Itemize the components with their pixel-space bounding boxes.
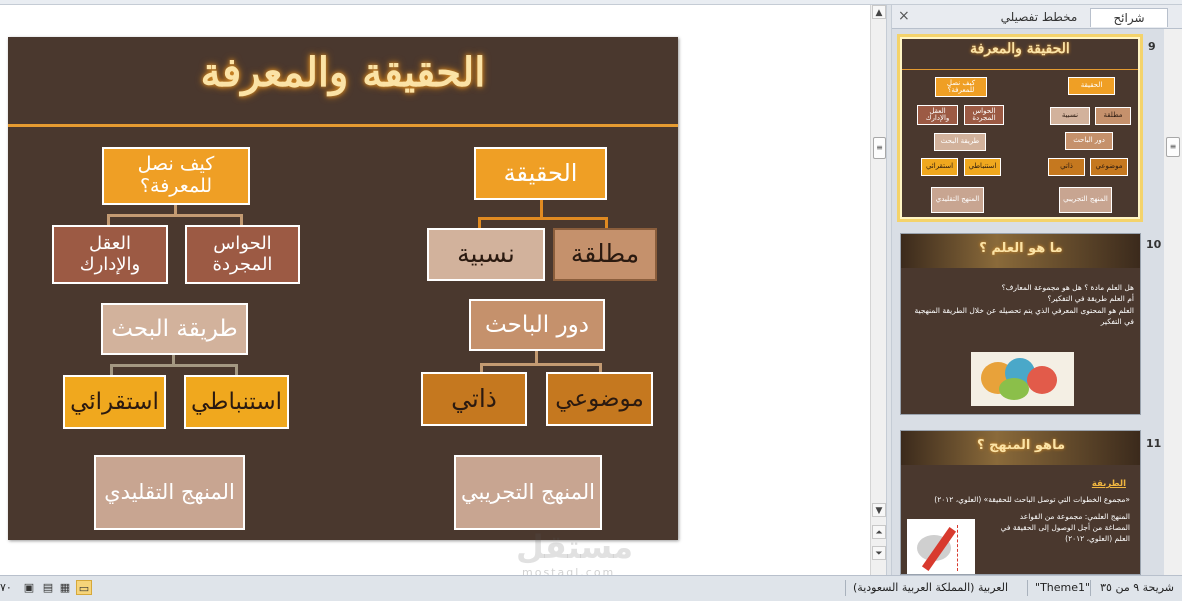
connector <box>478 217 608 220</box>
scroll-up-arrow-icon[interactable]: ▲ <box>872 5 886 19</box>
next-slide-icon[interactable]: ⏷ <box>872 546 886 560</box>
previous-slide-icon[interactable]: ⏶ <box>872 525 886 539</box>
mini-box: الحقيقة <box>1068 77 1115 95</box>
theme-name[interactable]: "Theme1" <box>1035 581 1090 594</box>
senses-box[interactable]: الحواس المجردة <box>185 225 300 284</box>
thumbnail-9[interactable]: الحقيقة والمعرفة الحقيقة مطلقة نسبية دور… <box>897 34 1143 222</box>
slide-scrollbar[interactable]: ▲ ≡ ▼ ⏶ ⏷ <box>870 5 887 575</box>
status-bar: شريحة ٩ من ٣٥ "Theme1" العربية (المملكة … <box>0 575 1182 601</box>
checklist-illustration-icon <box>907 519 975 574</box>
bullet-item: أم العلم طريقة في التفكير؟ <box>1047 294 1134 304</box>
relative-box[interactable]: نسبية <box>427 228 545 281</box>
bullet-item: المنهج العلمي: مجموعة من القواعد المصاغة… <box>1000 511 1130 543</box>
thumbnail-bullets: هل العلم مادة ؟ هل هو مجموعة المعارف؟ أم… <box>914 282 1134 327</box>
research-method-box[interactable]: طريقة البحث <box>101 303 248 355</box>
tab-outline[interactable]: مخطط تفصيلي <box>991 8 1087 26</box>
current-slide[interactable]: الحقيقة والمعرفة الحقيقة مطلقة نسبية دور… <box>8 37 678 540</box>
mini-box: موضوعي <box>1090 158 1128 176</box>
slideshow-icon[interactable]: ▣ <box>21 580 37 595</box>
watermark-logo: مستقل <box>516 528 634 566</box>
thumbnail-10[interactable]: ما هو العلم ؟ هل العلم مادة ؟ هل هو مجمو… <box>900 233 1141 415</box>
reason-box[interactable]: العقل والإدارك <box>52 225 168 284</box>
thumbnail-number: 10 <box>1146 238 1162 251</box>
reading-view-icon[interactable]: ▤ <box>40 580 56 595</box>
status-separator <box>1090 580 1091 596</box>
bullet-item: هل العلم مادة ؟ هل هو مجموعة المعارف؟ <box>1001 283 1134 292</box>
zoom-level[interactable]: ٧٠ <box>0 581 12 594</box>
mini-box: استقرائي <box>921 158 958 176</box>
connector <box>110 364 238 367</box>
thumbnail-title: ما هو العلم ؟ <box>979 241 1063 256</box>
bullet-item: العلم هو المحتوى المعرفي الذي يتم تحصيله… <box>914 305 1134 326</box>
scroll-thumb[interactable]: ≡ <box>873 137 886 159</box>
normal-view-icon[interactable]: ▭ <box>76 580 92 595</box>
thumbnail-heading: الطريقة <box>1091 479 1126 489</box>
mini-box: المنهج التقليدي <box>931 187 984 213</box>
status-separator <box>845 580 846 596</box>
scroll-down-arrow-icon[interactable]: ▼ <box>872 503 886 517</box>
knowledge-box[interactable]: كيف نصل للمعرفة؟ <box>102 147 250 205</box>
thumbnail-11[interactable]: ماهو المنهج ؟ الطريقة «مجموع الخطوات الت… <box>900 430 1141 575</box>
slide-thumbnail-list: 9 الحقيقة والمعرفة الحقيقة مطلقة نسبية د… <box>892 29 1182 575</box>
status-separator <box>1027 580 1028 596</box>
mini-box: العقل والإدارك <box>917 105 958 125</box>
thumbnail-slide: الحقيقة والمعرفة الحقيقة مطلقة نسبية دور… <box>902 39 1138 217</box>
mini-box: نسبية <box>1050 107 1090 125</box>
connector <box>107 214 243 217</box>
truth-box[interactable]: الحقيقة <box>474 147 607 200</box>
mini-box: طريقة البحث <box>934 133 986 151</box>
traditional-method-box[interactable]: المنهج التقليدي <box>94 455 245 530</box>
thumbnail-number: 9 <box>1148 40 1156 53</box>
inductive-box[interactable]: استقرائي <box>63 375 166 429</box>
language-indicator[interactable]: العربية (المملكة العربية السعودية) <box>853 581 1008 594</box>
pane-tabs: × مخطط تفصيلي شرائح <box>892 5 1182 29</box>
connector <box>480 363 602 366</box>
experimental-method-box[interactable]: المنهج التجريبي <box>454 455 602 530</box>
close-pane-icon[interactable]: × <box>898 8 910 24</box>
mini-box: استنباطي <box>964 158 1001 176</box>
mini-box: مطلقة <box>1095 107 1131 125</box>
researcher-role-box[interactable]: دور الباحث <box>469 299 605 351</box>
connector <box>540 200 543 218</box>
slides-pane: × مخطط تفصيلي شرائح 9 الحقيقة والمعرفة ا… <box>892 5 1182 575</box>
deductive-box[interactable]: استنباطي <box>184 375 289 429</box>
thumbnail-number: 11 <box>1146 437 1162 450</box>
slide-title[interactable]: الحقيقة والمعرفة <box>8 49 678 96</box>
slide-sorter-icon[interactable]: ▦ <box>57 580 73 595</box>
mini-box: المنهج التجريبي <box>1059 187 1112 213</box>
tab-slides[interactable]: شرائح <box>1090 8 1168 27</box>
mini-box: كيف نصل للمعرفة؟ <box>935 77 987 97</box>
thumbnail-title: الحقيقة والمعرفة <box>970 41 1070 57</box>
bullet-item: «مجموع الخطوات التي توصل الباحث للحقيقة»… <box>934 495 1130 504</box>
subjective-box[interactable]: ذاتي <box>421 372 527 426</box>
mini-box: دور الباحث <box>1065 132 1113 150</box>
absolute-box[interactable]: مطلقة <box>553 228 657 281</box>
title-underline <box>8 124 678 127</box>
mini-box: ذاتي <box>1048 158 1085 176</box>
brain-illustration-icon <box>971 352 1074 406</box>
slide-counter: شريحة ٩ من ٣٥ <box>1100 581 1174 594</box>
thumbnail-rule <box>902 69 1138 70</box>
objective-box[interactable]: موضوعي <box>546 372 653 426</box>
thumbnail-scrollbar[interactable]: ≡ <box>1164 29 1182 575</box>
scroll-thumb[interactable]: ≡ <box>1166 137 1180 157</box>
thumbnail-title: ماهو المنهج ؟ <box>977 438 1065 453</box>
mini-box: الحواس المجردة <box>964 105 1004 125</box>
